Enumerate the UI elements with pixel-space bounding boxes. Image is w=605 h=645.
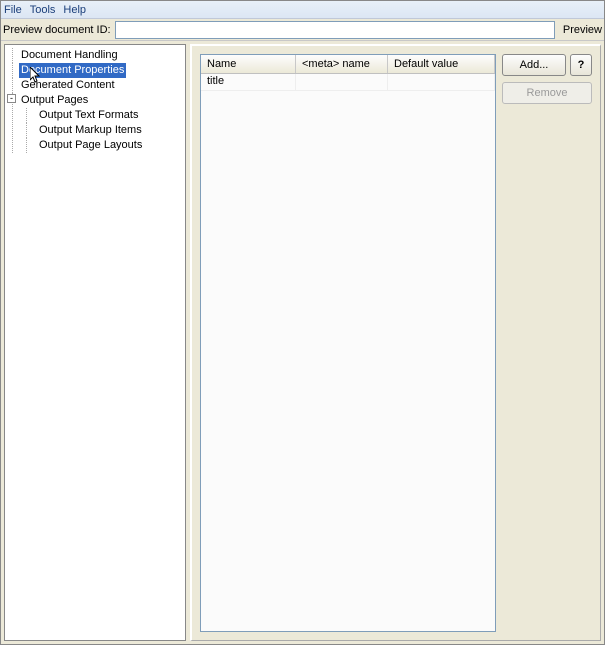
tree-item-output-page-layouts[interactable]: Output Page Layouts xyxy=(37,138,144,153)
tree-item-generated-content[interactable]: Generated Content xyxy=(19,78,117,93)
cell-default xyxy=(388,74,495,90)
menu-file[interactable]: File xyxy=(4,4,22,16)
col-name[interactable]: Name xyxy=(201,55,296,73)
tree-item-document-properties[interactable]: Document Properties xyxy=(19,63,126,78)
main-panel: Name <meta> name Default value title Add… xyxy=(190,44,601,641)
side-buttons: Add... ? Remove xyxy=(502,54,592,632)
preview-id-input[interactable] xyxy=(115,21,555,39)
body: Document Handling Document Properties Ge… xyxy=(1,41,604,644)
menu-help[interactable]: Help xyxy=(63,4,86,16)
preview-id-label: Preview document ID: xyxy=(3,24,111,36)
table-row[interactable]: title xyxy=(201,74,495,91)
app-window: File Tools Help Preview document ID: Pre… xyxy=(0,0,605,645)
nav-tree[interactable]: Document Handling Document Properties Ge… xyxy=(7,48,183,153)
properties-table[interactable]: Name <meta> name Default value title xyxy=(200,54,496,632)
cell-meta xyxy=(296,74,388,90)
cell-name: title xyxy=(201,74,296,90)
help-button[interactable]: ? xyxy=(570,54,592,76)
remove-button[interactable]: Remove xyxy=(502,82,592,104)
tree-item-document-handling[interactable]: Document Handling xyxy=(19,48,120,63)
table-body: title xyxy=(201,74,495,631)
add-button[interactable]: Add... xyxy=(502,54,566,76)
menubar: File Tools Help xyxy=(1,1,604,19)
col-default-value[interactable]: Default value xyxy=(388,55,495,73)
toolbar: Preview document ID: Preview xyxy=(1,19,604,41)
tree-panel: Document Handling Document Properties Ge… xyxy=(4,44,186,641)
tree-item-output-text-formats[interactable]: Output Text Formats xyxy=(37,108,140,123)
table-header: Name <meta> name Default value xyxy=(201,55,495,74)
preview-label[interactable]: Preview xyxy=(563,24,602,36)
menu-tools[interactable]: Tools xyxy=(30,4,56,16)
tree-item-output-pages[interactable]: Output Pages xyxy=(19,93,90,108)
tree-item-output-markup-items[interactable]: Output Markup Items xyxy=(37,123,144,138)
tree-toggle-output-pages[interactable]: - xyxy=(7,94,16,103)
col-meta-name[interactable]: <meta> name xyxy=(296,55,388,73)
